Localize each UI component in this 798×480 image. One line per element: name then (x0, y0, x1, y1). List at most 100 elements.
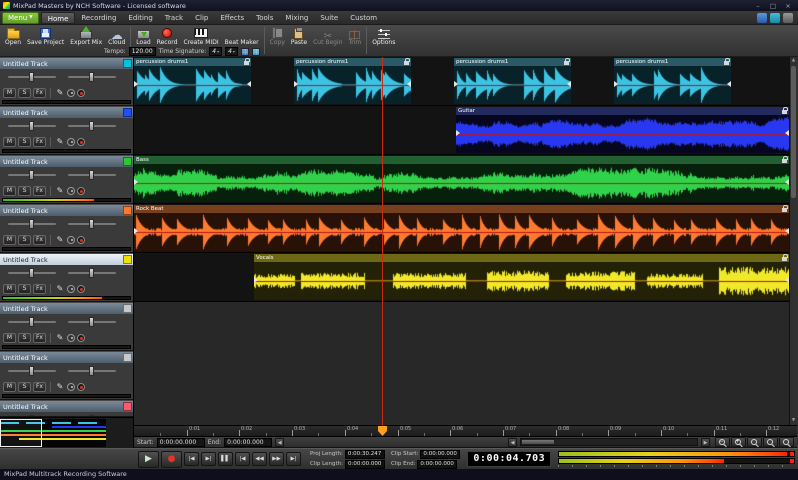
clip-vocals[interactable]: Vocals (254, 254, 789, 301)
playhead-marker[interactable] (378, 426, 387, 436)
go-to-start-button[interactable]: |◀ (184, 452, 199, 466)
automation-pencil-icon[interactable]: ✎ (55, 382, 65, 392)
play-button[interactable]: ▶ (138, 451, 159, 468)
tab-clip[interactable]: Clip (189, 12, 214, 24)
zoom-vertical-button[interactable] (763, 437, 778, 447)
export-mix-button[interactable]: Export Mix (67, 26, 105, 47)
slider-thumb[interactable] (89, 268, 94, 278)
pause-button[interactable]: ▌▌ (218, 452, 233, 466)
fx-button[interactable]: Fx (33, 284, 46, 294)
effects-knob-icon[interactable] (67, 236, 75, 244)
record-arm-icon[interactable] (77, 138, 85, 146)
cloud-service-icon[interactable] (770, 13, 780, 23)
create-midi-button[interactable]: Create MIDI (180, 26, 221, 47)
slider-thumb[interactable] (29, 121, 34, 131)
clip-guitar[interactable]: Guitar (456, 107, 789, 154)
paste-button[interactable]: Paste (288, 26, 310, 47)
effects-knob-icon[interactable] (67, 187, 75, 195)
clip-percussion-drums1[interactable]: percussion drums1 (614, 58, 731, 105)
track-color-chip[interactable] (123, 59, 132, 68)
record-arm-icon[interactable] (77, 285, 85, 293)
tab-suite[interactable]: Suite (314, 12, 344, 24)
timesig-denominator-select[interactable]: 4▾ (225, 47, 238, 56)
scroll-down-icon[interactable]: ▼ (790, 417, 797, 425)
tab-recording[interactable]: Recording (75, 12, 122, 24)
solo-button[interactable]: S (18, 333, 31, 343)
zoom-selection-button[interactable] (779, 437, 794, 447)
go-to-end-button[interactable]: ▶| (201, 452, 216, 466)
effects-knob-icon[interactable] (67, 138, 75, 146)
clip-percussion-drums1[interactable]: percussion drums1 (134, 58, 251, 105)
automation-pencil-icon[interactable]: ✎ (55, 333, 65, 343)
track-name-bar[interactable]: Untitled Track (0, 352, 133, 363)
mute-button[interactable]: M (3, 382, 16, 392)
close-button[interactable]: × (783, 2, 793, 10)
next-clip-button[interactable]: ▶| (286, 452, 301, 466)
pan-slider[interactable] (66, 268, 118, 278)
clip-rock-beat[interactable]: Rock Beat (134, 205, 789, 252)
slider-thumb[interactable] (89, 317, 94, 327)
beat-maker-button[interactable]: Beat Maker (222, 26, 262, 47)
automation-pencil-icon[interactable]: ✎ (55, 137, 65, 147)
tab-track[interactable]: Track (159, 12, 189, 24)
tempo-input[interactable]: 120.00 (129, 47, 156, 56)
options-button[interactable]: Options (369, 26, 398, 47)
track-color-chip[interactable] (123, 108, 132, 117)
save-project-button[interactable]: Save Project (24, 26, 67, 47)
solo-button[interactable]: S (18, 235, 31, 245)
fx-button[interactable]: Fx (33, 382, 46, 392)
solo-button[interactable]: S (18, 382, 31, 392)
track-color-chip[interactable] (123, 206, 132, 215)
timesig-numerator-select[interactable]: 4▾ (209, 47, 222, 56)
tab-tools[interactable]: Tools (250, 12, 279, 24)
volume-slider[interactable] (6, 268, 58, 278)
scroll-up-icon[interactable]: ▲ (790, 57, 797, 65)
horizontal-scrollbar[interactable] (520, 438, 698, 446)
solo-button[interactable]: S (18, 284, 31, 294)
slider-thumb[interactable] (89, 121, 94, 131)
tab-home[interactable]: Home (41, 12, 76, 24)
solo-button[interactable]: S (18, 186, 31, 196)
record-arm-icon[interactable] (77, 89, 85, 97)
open-button[interactable]: Open (2, 26, 24, 47)
track-name-bar[interactable]: Untitled Track (0, 156, 133, 167)
mute-button[interactable]: M (3, 186, 16, 196)
pan-slider[interactable] (66, 366, 118, 376)
volume-slider[interactable] (6, 121, 58, 131)
web-link-icon[interactable] (757, 13, 767, 23)
jump-to-start-button[interactable]: ◀ (275, 438, 284, 447)
effects-knob-icon[interactable] (67, 285, 75, 293)
project-overview-minimap[interactable] (0, 417, 133, 448)
track-color-chip[interactable] (123, 157, 132, 166)
beat-grid-icon[interactable] (252, 48, 260, 56)
pan-slider[interactable] (66, 121, 118, 131)
scroll-left-button[interactable]: ◀ (508, 438, 517, 447)
slider-thumb[interactable] (29, 170, 34, 180)
fx-button[interactable]: Fx (33, 137, 46, 147)
mute-button[interactable]: M (3, 88, 16, 98)
record-button[interactable]: ● (161, 451, 182, 468)
pan-slider[interactable] (66, 72, 118, 82)
minimize-button[interactable]: – (753, 2, 763, 10)
selection-start-input[interactable]: 0:00:00.000 (157, 438, 205, 447)
record-arm-icon[interactable] (77, 236, 85, 244)
track-color-chip[interactable] (123, 353, 132, 362)
vertical-scrollbar-thumb[interactable] (791, 66, 796, 198)
track-color-chip[interactable] (123, 304, 132, 313)
zoom-out-button[interactable]: − (715, 437, 730, 447)
record-arm-icon[interactable] (77, 187, 85, 195)
zoom-full-button[interactable] (747, 437, 762, 447)
effects-knob-icon[interactable] (67, 89, 75, 97)
help-icon[interactable] (783, 13, 793, 23)
slider-thumb[interactable] (29, 317, 34, 327)
horizontal-scrollbar-thumb[interactable] (522, 440, 554, 444)
timeline-ruler[interactable]: 0:010:020:030:040:050:060:070:080:090:10… (134, 425, 797, 437)
menu-button[interactable]: Menu ▼ (2, 12, 39, 24)
slider-thumb[interactable] (29, 72, 34, 82)
volume-slider[interactable] (6, 366, 58, 376)
volume-slider[interactable] (6, 72, 58, 82)
pan-slider[interactable] (66, 170, 118, 180)
slider-thumb[interactable] (29, 219, 34, 229)
previous-clip-button[interactable]: |◀ (235, 452, 250, 466)
tab-editing[interactable]: Editing (122, 12, 158, 24)
